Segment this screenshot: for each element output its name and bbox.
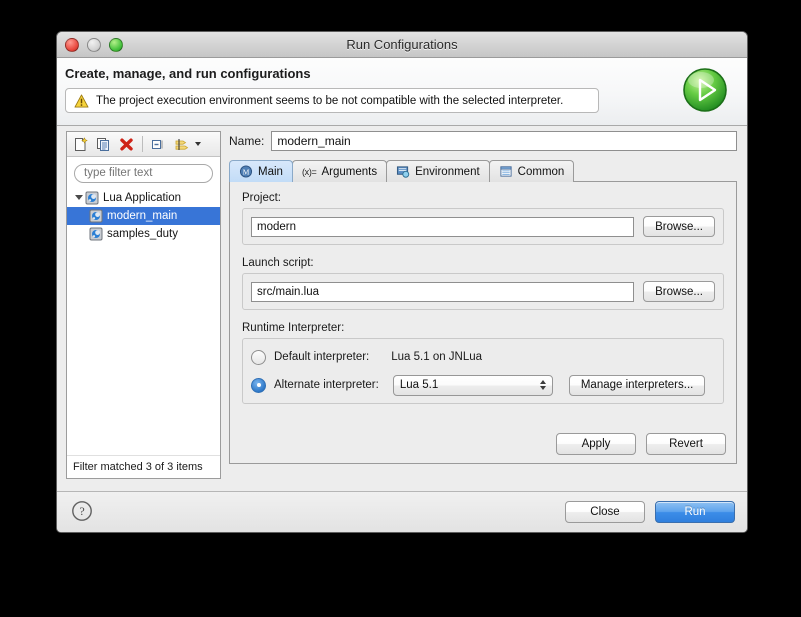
main-tab-icon: M xyxy=(239,165,253,178)
lua-config-icon xyxy=(89,209,103,222)
window-controls xyxy=(65,38,123,52)
project-browse-button[interactable]: Browse... xyxy=(643,216,715,237)
launch-script-browse-button[interactable]: Browse... xyxy=(643,281,715,302)
common-tab-icon xyxy=(500,166,512,177)
default-interpreter-value: Lua 5.1 on JNLua xyxy=(391,351,483,363)
tree-item-lua-application[interactable]: Lua Application xyxy=(67,189,220,207)
project-group: Browse... xyxy=(242,208,724,245)
default-interpreter-label: Default interpreter: xyxy=(274,351,370,363)
editor-tabs: M Main (x)= Arguments Environment Common xyxy=(229,159,737,182)
window-title: Run Configurations xyxy=(346,37,458,52)
zoom-window-button[interactable] xyxy=(109,38,123,52)
status-message-text: The project execution environment seems … xyxy=(96,94,564,107)
alternate-interpreter-label: Alternate interpreter: xyxy=(274,379,379,391)
runtime-interpreter-label: Runtime Interpreter: xyxy=(242,322,345,334)
apply-revert-row: Apply Revert xyxy=(556,433,726,455)
delete-configuration-icon[interactable] xyxy=(116,134,137,154)
dialog-body: Lua Application modern_main xyxy=(57,126,747,488)
run-button[interactable]: Run xyxy=(655,501,735,523)
minimize-window-button[interactable] xyxy=(87,38,101,52)
tab-label: Common xyxy=(517,165,565,178)
launch-script-label: Launch script: xyxy=(242,257,314,269)
svg-text:?: ? xyxy=(79,504,84,518)
launch-script-group: Browse... xyxy=(242,273,724,310)
dialog-header: Create, manage, and run configurations T… xyxy=(57,58,747,126)
project-field-row: Browse... xyxy=(251,216,715,237)
window-titlebar: Run Configurations xyxy=(57,32,747,58)
collapse-all-icon[interactable] xyxy=(148,134,169,154)
tab-arguments[interactable]: (x)= Arguments xyxy=(291,160,388,182)
main-tab-panel: Project: Browse... Launch script: Browse… xyxy=(229,181,737,464)
alternate-interpreter-radio[interactable] xyxy=(251,377,266,393)
default-interpreter-row[interactable]: Default interpreter: Lua 5.1 on JNLua xyxy=(251,346,715,368)
configurations-tree[interactable]: Lua Application modern_main samples_duty xyxy=(67,186,220,455)
tree-item-samples-duty[interactable]: samples_duty xyxy=(67,225,220,243)
close-window-button[interactable] xyxy=(65,38,79,52)
default-interpreter-radio[interactable] xyxy=(251,349,266,365)
arguments-tab-icon: (x)= xyxy=(301,166,317,177)
alternate-interpreter-row[interactable]: Alternate interpreter: Lua 5.1 Manage in… xyxy=(251,374,715,396)
footer-buttons: Close Run xyxy=(565,501,735,523)
configuration-editor: Name: M Main (x)= Arguments xyxy=(229,131,737,479)
launch-script-field-row: Browse... xyxy=(251,281,715,302)
select-stepper-icon[interactable] xyxy=(539,380,546,390)
tree-item-label: modern_main xyxy=(107,209,178,222)
project-label: Project: xyxy=(242,192,281,204)
interpreter-select-value: Lua 5.1 xyxy=(399,379,439,391)
filter-field-wrap xyxy=(67,157,220,187)
configurations-panel: Lua Application modern_main xyxy=(66,131,221,479)
help-icon[interactable]: ? xyxy=(71,500,93,522)
environment-tab-icon xyxy=(397,166,410,178)
close-button[interactable]: Close xyxy=(565,501,645,523)
filter-configurations-icon[interactable] xyxy=(171,134,192,154)
new-configuration-icon[interactable] xyxy=(70,134,91,154)
launch-script-input[interactable] xyxy=(251,281,635,302)
status-message-box: The project execution environment seems … xyxy=(65,88,599,113)
apply-button[interactable]: Apply xyxy=(556,433,636,455)
name-input[interactable] xyxy=(271,131,737,151)
lua-config-icon xyxy=(89,227,103,240)
tab-common[interactable]: Common xyxy=(488,160,575,182)
name-row: Name: xyxy=(229,131,737,151)
tab-label: Arguments xyxy=(321,165,378,178)
page-title: Create, manage, and run configurations xyxy=(65,66,311,81)
filter-status-text: Filter matched 3 of 3 items xyxy=(67,455,220,478)
run-play-icon xyxy=(683,68,727,112)
tree-item-modern-main[interactable]: modern_main xyxy=(67,206,220,225)
revert-button[interactable]: Revert xyxy=(646,433,726,455)
expand-triangle-icon[interactable] xyxy=(73,192,85,204)
name-label: Name: xyxy=(229,134,265,148)
toolbar-separator xyxy=(142,136,143,152)
interpreter-select[interactable]: Lua 5.1 xyxy=(392,374,553,396)
filter-input[interactable] xyxy=(74,163,213,183)
run-configurations-window: Run Configurations Create, manage, and r… xyxy=(56,31,748,533)
dialog-footer: ? Close Run xyxy=(57,491,747,532)
duplicate-configuration-icon[interactable] xyxy=(93,134,114,154)
configurations-toolbar xyxy=(67,132,220,157)
tab-label: Environment xyxy=(415,165,480,178)
runtime-interpreter-group: Default interpreter: Lua 5.1 on JNLua Al… xyxy=(242,338,724,404)
tab-main[interactable]: M Main xyxy=(229,160,293,182)
tree-item-label: samples_duty xyxy=(107,227,178,240)
project-input[interactable] xyxy=(251,216,635,237)
manage-interpreters-button[interactable]: Manage interpreters... xyxy=(568,374,706,396)
lua-application-icon xyxy=(85,191,99,204)
filter-dropdown-caret-icon[interactable] xyxy=(195,142,201,146)
tab-label: Main xyxy=(258,165,283,178)
tab-environment[interactable]: Environment xyxy=(386,160,490,182)
tree-item-label: Lua Application xyxy=(103,191,182,204)
warning-icon xyxy=(74,93,89,108)
svg-text:M: M xyxy=(243,168,250,177)
